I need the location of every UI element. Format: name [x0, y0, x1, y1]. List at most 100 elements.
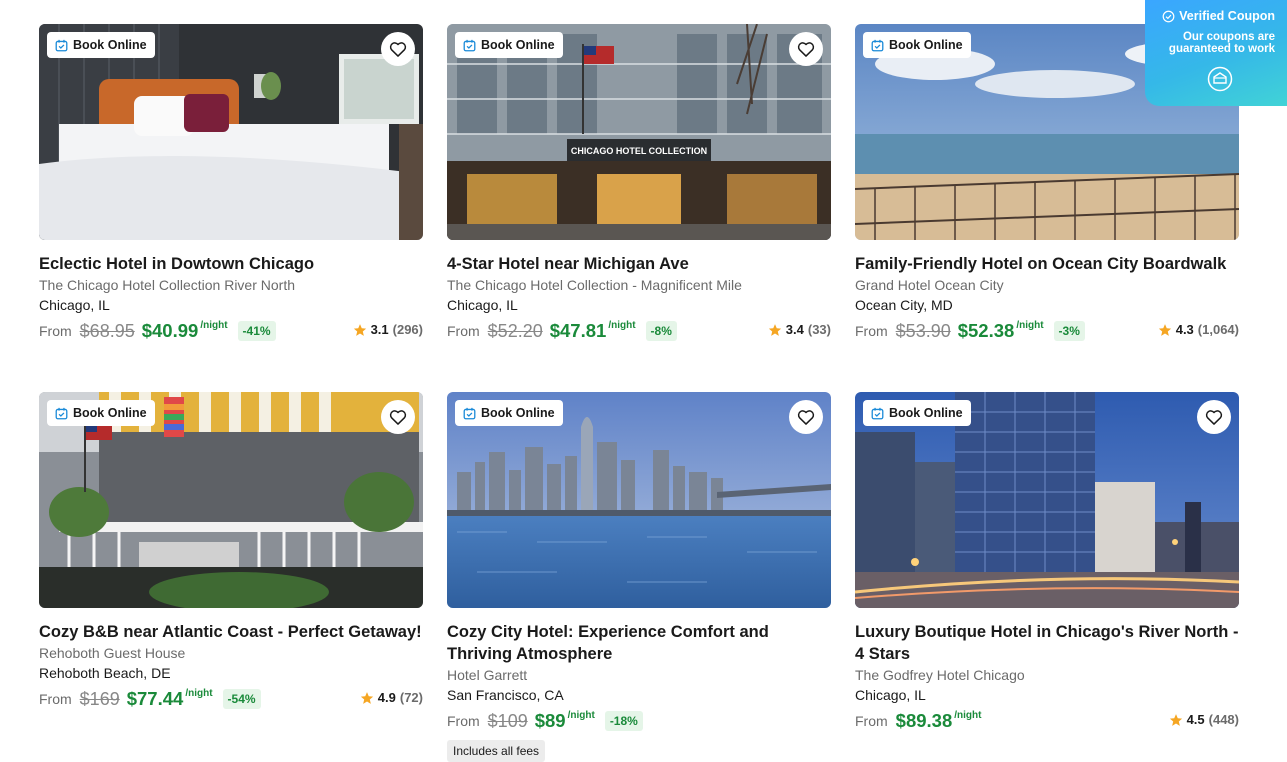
favorite-button[interactable] [1197, 400, 1231, 434]
listing-location: San Francisco, CA [447, 687, 564, 703]
current-price: $40.99 [141, 320, 199, 341]
listing-location: Chicago, IL [855, 687, 926, 703]
book-online-badge: Book Online [455, 400, 563, 426]
verified-coupon-banner[interactable]: Verified Coupon Our coupons are guarante… [1145, 0, 1287, 106]
original-price: $169 [79, 688, 120, 709]
book-online-label: Book Online [889, 38, 963, 52]
price-row: From $68.95 $40.99 /night -41% 3.1 (296) [39, 318, 423, 344]
rating-score: 3.4 [785, 322, 804, 337]
review-count: (296) [392, 322, 423, 337]
price-row: From $53.90 $52.38 /night -3% 4.3 (1,064… [855, 318, 1239, 344]
original-price: $52.20 [487, 320, 543, 341]
listing-card[interactable]: Book Online Eclectic Hotel in Dowtown Ch… [39, 24, 423, 344]
current-price: $89.38 [895, 710, 953, 731]
listing-title[interactable]: Family-Friendly Hotel on Ocean City Boar… [855, 253, 1239, 275]
listing-image[interactable]: Book Online [855, 392, 1239, 608]
listing-location: Rehoboth Beach, DE [39, 665, 171, 681]
coupon-title-text: Verified Coupon [1179, 9, 1275, 23]
listing-location: Chicago, IL [447, 297, 518, 313]
book-online-label: Book Online [73, 38, 147, 52]
current-price: $89 [534, 710, 566, 731]
rating-score: 4.9 [377, 690, 396, 705]
current-price: $47.81 [549, 320, 607, 341]
review-count: (72) [399, 690, 423, 705]
hotel-name: The Godfrey Hotel Chicago [855, 667, 1025, 683]
listing-title[interactable]: Cozy B&B near Atlantic Coast - Perfect G… [39, 621, 423, 643]
heart-icon [797, 42, 815, 57]
listing-image[interactable]: Book Online [39, 24, 423, 240]
star-icon [1169, 713, 1182, 726]
per-night-label: /night [1016, 320, 1044, 331]
favorite-button[interactable] [789, 32, 823, 66]
heart-icon [389, 410, 407, 425]
book-online-badge: Book Online [47, 32, 155, 58]
coupon-title: Verified Coupon [1145, 9, 1275, 23]
hotel-name: The Chicago Hotel Collection - Magnifice… [447, 277, 742, 293]
rating: 3.1 (296) [353, 322, 423, 337]
hotel-name: Rehoboth Guest House [39, 645, 186, 661]
rating: 3.4 (33) [768, 322, 831, 337]
from-label: From [447, 323, 480, 339]
from-label: From [447, 713, 480, 729]
discount-badge: -8% [645, 321, 677, 341]
coupon-tag-icon [1207, 66, 1233, 92]
calendar-check-icon [55, 407, 68, 419]
price-row: From $89.38 /night 4.5 (448) [855, 708, 1239, 734]
book-online-badge: Book Online [455, 32, 563, 58]
heart-icon [797, 410, 815, 425]
star-icon [1158, 323, 1171, 336]
calendar-check-icon [463, 407, 476, 419]
listing-title[interactable]: Cozy City Hotel: Experience Comfort and … [447, 621, 831, 665]
listing-title[interactable]: Eclectic Hotel in Dowtown Chicago [39, 253, 423, 275]
hotel-name: The Chicago Hotel Collection River North [39, 277, 295, 293]
listing-location: Ocean City, MD [855, 297, 953, 313]
book-online-badge: Book Online [863, 400, 971, 426]
hotel-name: Hotel Garrett [447, 667, 528, 683]
listing-location: Chicago, IL [39, 297, 110, 313]
book-online-label: Book Online [481, 38, 555, 52]
calendar-check-icon [55, 39, 68, 51]
listing-card[interactable]: CHICAGO HOTEL COLLECTION Book Online 4-S… [447, 24, 831, 344]
favorite-button[interactable] [381, 32, 415, 66]
from-label: From [39, 691, 72, 707]
listing-image[interactable]: Book Online [447, 392, 831, 608]
discount-badge: -54% [222, 689, 261, 709]
listing-card[interactable]: Book Online Cozy City Hotel: Experience … [447, 392, 831, 762]
per-night-label: /night [200, 320, 228, 331]
listing-title[interactable]: 4-Star Hotel near Michigan Ave [447, 253, 831, 275]
listing-image[interactable]: CHICAGO HOTEL COLLECTION Book Online [447, 24, 831, 240]
includes-fees-badge: Includes all fees [447, 740, 546, 762]
discount-badge: -41% [237, 321, 276, 341]
original-price: $53.90 [895, 320, 951, 341]
calendar-check-icon [871, 39, 884, 51]
listing-card[interactable]: Book Online Luxury Boutique Hotel in Chi… [855, 392, 1239, 734]
book-online-label: Book Online [481, 406, 555, 420]
per-night-label: /night [954, 710, 982, 721]
original-price: $109 [487, 710, 528, 731]
listing-card[interactable]: Book Online Cozy B&B near Atlantic Coast… [39, 392, 423, 712]
current-price: $52.38 [957, 320, 1015, 341]
rating: 4.5 (448) [1169, 712, 1239, 727]
from-label: From [855, 323, 888, 339]
star-icon [360, 691, 373, 704]
heart-icon [1205, 410, 1223, 425]
star-icon [353, 323, 366, 336]
from-label: From [39, 323, 72, 339]
book-online-label: Book Online [73, 406, 147, 420]
favorite-button[interactable] [381, 400, 415, 434]
coupon-subtitle-line: Our coupons are [1182, 31, 1275, 43]
check-circle-icon [1162, 10, 1175, 22]
book-online-badge: Book Online [47, 400, 155, 426]
discount-badge: -18% [604, 711, 643, 731]
listing-title[interactable]: Luxury Boutique Hotel in Chicago's River… [855, 621, 1239, 665]
hotel-sign-text: CHICAGO HOTEL COLLECTION [571, 146, 707, 156]
calendar-check-icon [871, 407, 884, 419]
price-row: From $52.20 $47.81 /night -8% 3.4 (33) [447, 318, 831, 344]
book-online-label: Book Online [889, 406, 963, 420]
favorite-button[interactable] [789, 400, 823, 434]
hotel-name: Grand Hotel Ocean City [855, 277, 1004, 293]
from-label: From [855, 713, 888, 729]
review-count: (33) [807, 322, 831, 337]
per-night-label: /night [567, 710, 595, 721]
listing-image[interactable]: Book Online [39, 392, 423, 608]
